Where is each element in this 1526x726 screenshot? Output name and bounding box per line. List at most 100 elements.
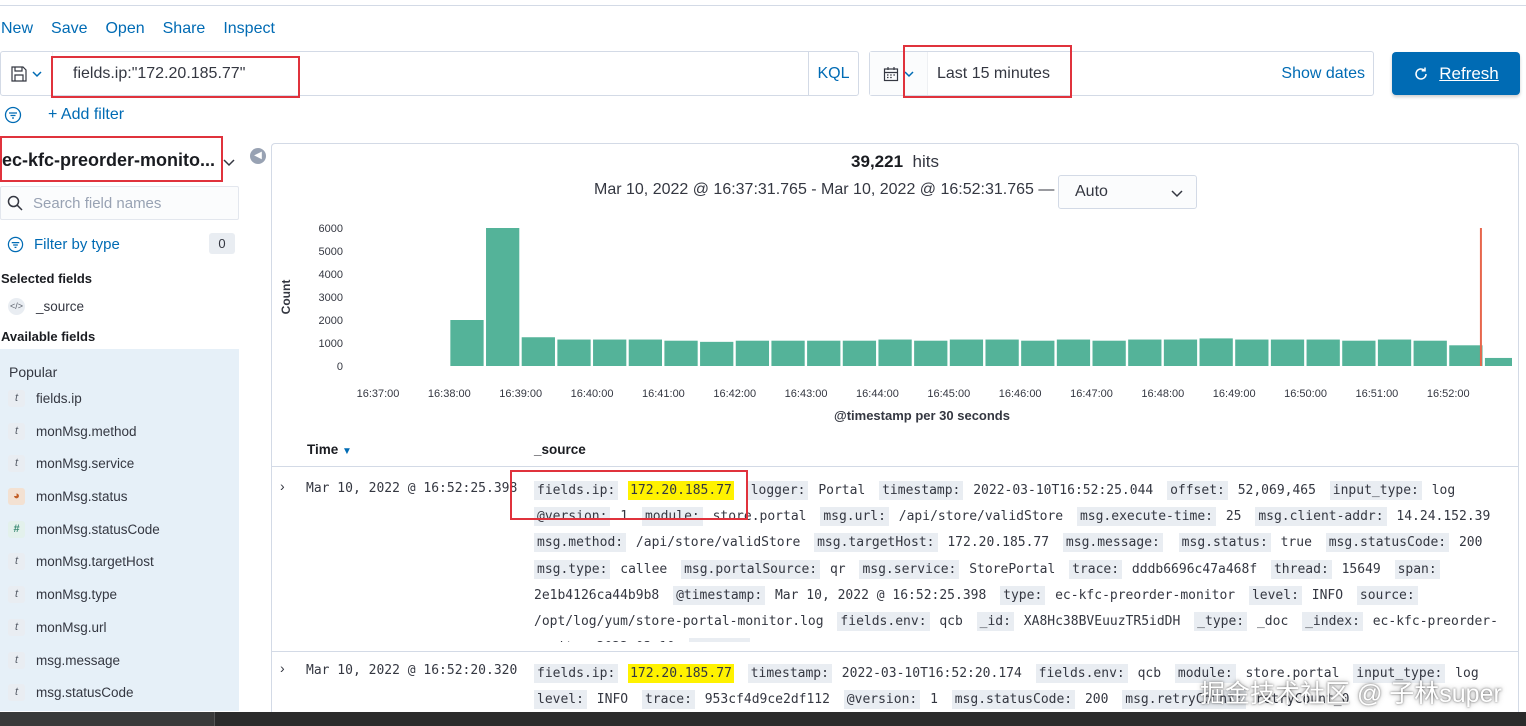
search-field-names-input[interactable]: Search field names [0, 186, 239, 220]
quick-menu-button[interactable] [870, 52, 928, 95]
bar [557, 339, 591, 366]
row-divider [272, 651, 1518, 652]
field-item[interactable]: t monMsg.service [8, 453, 134, 473]
show-dates-button[interactable]: Show dates [1281, 52, 1365, 95]
field-item[interactable]: t msg.statusCode [8, 682, 134, 702]
new-button[interactable]: New [1, 20, 33, 38]
field-item[interactable]: t monMsg.url [8, 617, 107, 637]
bar [878, 339, 912, 366]
interval-value: Auto [1075, 183, 1108, 200]
search-placeholder: Search field names [33, 194, 162, 212]
source-field-value: - [759, 640, 767, 642]
saved-query-button[interactable] [1, 52, 53, 95]
expand-row-icon[interactable]: › [280, 660, 285, 676]
source-field-key: timestamp: [879, 481, 964, 500]
source-icon: </> [8, 297, 25, 315]
field-name: monMsg.service [36, 455, 135, 471]
source-field-value: XA8Hc38BVEuuzTR5idDH [1023, 614, 1189, 630]
interval-select[interactable]: Auto [1058, 175, 1197, 209]
x-tick-label: 16:49:00 [1213, 388, 1256, 400]
string-type-icon: t [8, 552, 25, 570]
bar [1413, 340, 1447, 366]
source-field-value: dddb6696c47a468f [1131, 561, 1265, 577]
field-item-source[interactable]: </> _source [8, 296, 84, 316]
source-field-key: msg.targetHost: [814, 533, 938, 553]
filter-menu-icon[interactable] [4, 106, 22, 124]
bar [735, 340, 770, 366]
field-name: monMsg.type [36, 586, 118, 602]
field-item[interactable]: t msg.message [8, 650, 120, 670]
source-field-key: msg.portalSource: [681, 559, 821, 579]
source-field-value: 172.20.185.77 [628, 481, 734, 500]
source-field-key: level: [534, 690, 587, 710]
x-tick-label: 16:48:00 [1141, 388, 1184, 400]
source-field-value: callee [620, 561, 676, 577]
query-input[interactable]: fields.ip:"172.20.185.77" [59, 52, 809, 95]
expand-row-icon[interactable]: › [280, 478, 285, 494]
bar [486, 228, 520, 366]
source-field-key: @version: [534, 507, 611, 527]
source-field-key: _score: [688, 638, 750, 642]
sort-down-icon[interactable]: ▼ [342, 446, 352, 457]
y-tick-label: 3000 [319, 292, 343, 304]
filter-by-type-button[interactable]: Filter by type 0 [7, 233, 235, 255]
row-timestamp: Mar 10, 2022 @ 16:52:25.398 [306, 481, 518, 496]
source-field-key: offset: [1167, 481, 1228, 500]
source-field-key: fields.env: [837, 612, 930, 632]
source-field-key: @version: [843, 690, 921, 710]
field-name: monMsg.method [36, 423, 137, 439]
field-item[interactable]: t monMsg.method [8, 421, 137, 441]
bar [807, 340, 841, 366]
source-field-key: span: [1394, 559, 1440, 579]
source-field-key: msg.statusCode: [1325, 533, 1450, 553]
field-item[interactable]: t fields.ip [8, 388, 82, 408]
column-header-time[interactable]: Time ▼ [307, 442, 352, 457]
x-tick-label: 16:41:00 [642, 388, 685, 400]
date-range-label: Mar 10, 2022 @ 16:37:31.765 - Mar 10, 20… [594, 181, 1055, 198]
source-field-key: msg.statusCode: [951, 690, 1076, 710]
refresh-button[interactable]: Refresh [1392, 52, 1520, 95]
x-tick-label: 16:50:00 [1284, 388, 1327, 400]
chevron-down-icon [31, 70, 42, 77]
source-field-value: 172.20.185.77 [947, 535, 1057, 551]
field-item[interactable]: ◕ monMsg.status [8, 486, 128, 506]
source-field-value: 52,069,465 [1237, 483, 1324, 498]
chevron-down-icon [903, 70, 914, 77]
time-picker: Last 15 minutes Show dates [869, 51, 1374, 96]
y-tick-label: 1000 [319, 338, 343, 350]
open-button[interactable]: Open [105, 20, 144, 38]
string-type-icon: t [8, 651, 25, 669]
source-field-key: msg.url: [820, 507, 889, 527]
filter-count-badge: 0 [209, 233, 235, 254]
source-field-key: _id: [976, 612, 1014, 632]
save-button[interactable]: Save [51, 20, 87, 38]
x-tick-label: 16:39:00 [499, 388, 542, 400]
source-field-key: @timestamp: [673, 585, 766, 605]
source-field-key: msg.client-addr: [1255, 507, 1387, 527]
time-range-label[interactable]: Last 15 minutes [937, 52, 1050, 95]
calendar-icon [883, 66, 898, 81]
source-field-key: logger: [747, 481, 809, 500]
source-field-value: qr [829, 561, 854, 577]
source-field-key: timestamp: [747, 664, 832, 683]
share-button[interactable]: Share [163, 20, 206, 38]
bar [450, 320, 484, 366]
source-field-value: 200 [1458, 535, 1483, 551]
search-icon [7, 195, 23, 211]
string-type-icon: t [8, 618, 25, 636]
query-bar: fields.ip:"172.20.185.77" KQL [0, 51, 859, 96]
field-item[interactable]: t monMsg.type [8, 584, 117, 604]
query-language-button[interactable]: KQL [808, 52, 858, 95]
histogram-chart[interactable]: 0 1000 2000 3000 4000 5000 6000 Count 16:37:00 16… [272, 215, 1512, 427]
source-field-value: /api/store/validStore [898, 509, 1071, 525]
taskbar-item[interactable] [0, 712, 215, 726]
source-field-value: 15649 [1341, 561, 1389, 577]
filter-icon [7, 236, 24, 252]
source-field-value: 953cf4d9ce2df112 [704, 692, 838, 708]
field-item[interactable]: # monMsg.statusCode [8, 519, 160, 539]
source-field-key: type: [1000, 585, 1046, 605]
inspect-button[interactable]: Inspect [223, 20, 275, 38]
add-filter-button[interactable]: + Add filter [48, 106, 124, 124]
x-tick-label: 16:47:00 [1070, 388, 1113, 400]
field-item[interactable]: t monMsg.targetHost [8, 551, 154, 571]
